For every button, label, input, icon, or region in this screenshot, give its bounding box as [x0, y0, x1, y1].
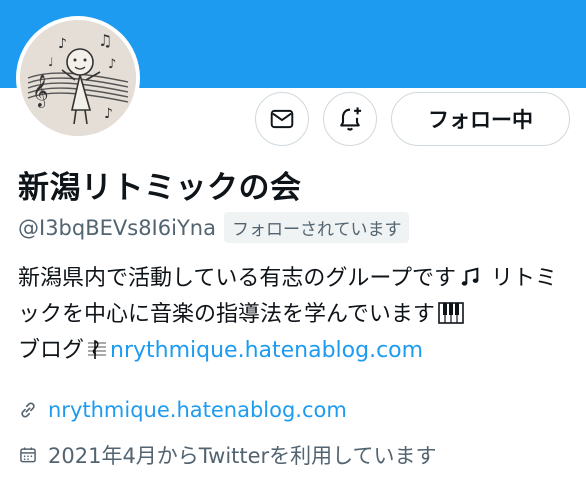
- username-handle: @I3bqBEVs8I6iYna: [18, 215, 216, 240]
- musical-score-icon: [87, 337, 107, 370]
- profile-url-link[interactable]: nrythmique.hatenablog.com: [48, 398, 347, 422]
- svg-text:♪: ♪: [104, 106, 113, 122]
- bio-blog-link[interactable]: nrythmique.hatenablog.com: [110, 338, 423, 363]
- link-icon: [21, 402, 35, 418]
- svg-text:𝄞: 𝄞: [32, 74, 49, 108]
- avatar-frame: 𝄞 ♪ ♫ ♪ ♩ ♪: [16, 16, 140, 140]
- notifications-button[interactable]: [323, 92, 377, 146]
- musical-note-icon: [459, 265, 481, 298]
- join-date-row: 2021年4月からTwitterを利用しています: [18, 440, 437, 470]
- svg-text:♩: ♩: [48, 55, 54, 69]
- display-name: 新潟リトミックの会: [18, 170, 302, 206]
- svg-text:♫: ♫: [98, 31, 112, 50]
- piano-keys-icon: [438, 301, 464, 334]
- profile-url-row: nrythmique.hatenablog.com: [18, 398, 347, 422]
- profile-actions: フォロー中: [255, 92, 570, 146]
- message-button[interactable]: [255, 92, 309, 146]
- follows-you-badge: フォローされています: [223, 212, 410, 243]
- calendar-icon: [20, 447, 36, 463]
- handle-row: @I3bqBEVs8I6iYna フォローされています: [18, 212, 410, 243]
- profile-bio: 新潟県内で活動している有志のグループです リトミックを中心に音楽の指導法を学んで…: [18, 262, 578, 370]
- following-button[interactable]: フォロー中: [391, 92, 570, 146]
- svg-text:♪: ♪: [108, 57, 116, 72]
- bio-text-1: 新潟県内で活動している有志のグループです: [18, 266, 457, 291]
- envelope-icon: [270, 109, 294, 129]
- bio-text-3: ブログ: [18, 338, 85, 363]
- avatar[interactable]: 𝄞 ♪ ♫ ♪ ♩ ♪: [20, 20, 136, 136]
- bell-plus-icon: [340, 107, 362, 131]
- svg-text:♪: ♪: [58, 36, 67, 52]
- join-date: 2021年4月からTwitterを利用しています: [48, 444, 437, 468]
